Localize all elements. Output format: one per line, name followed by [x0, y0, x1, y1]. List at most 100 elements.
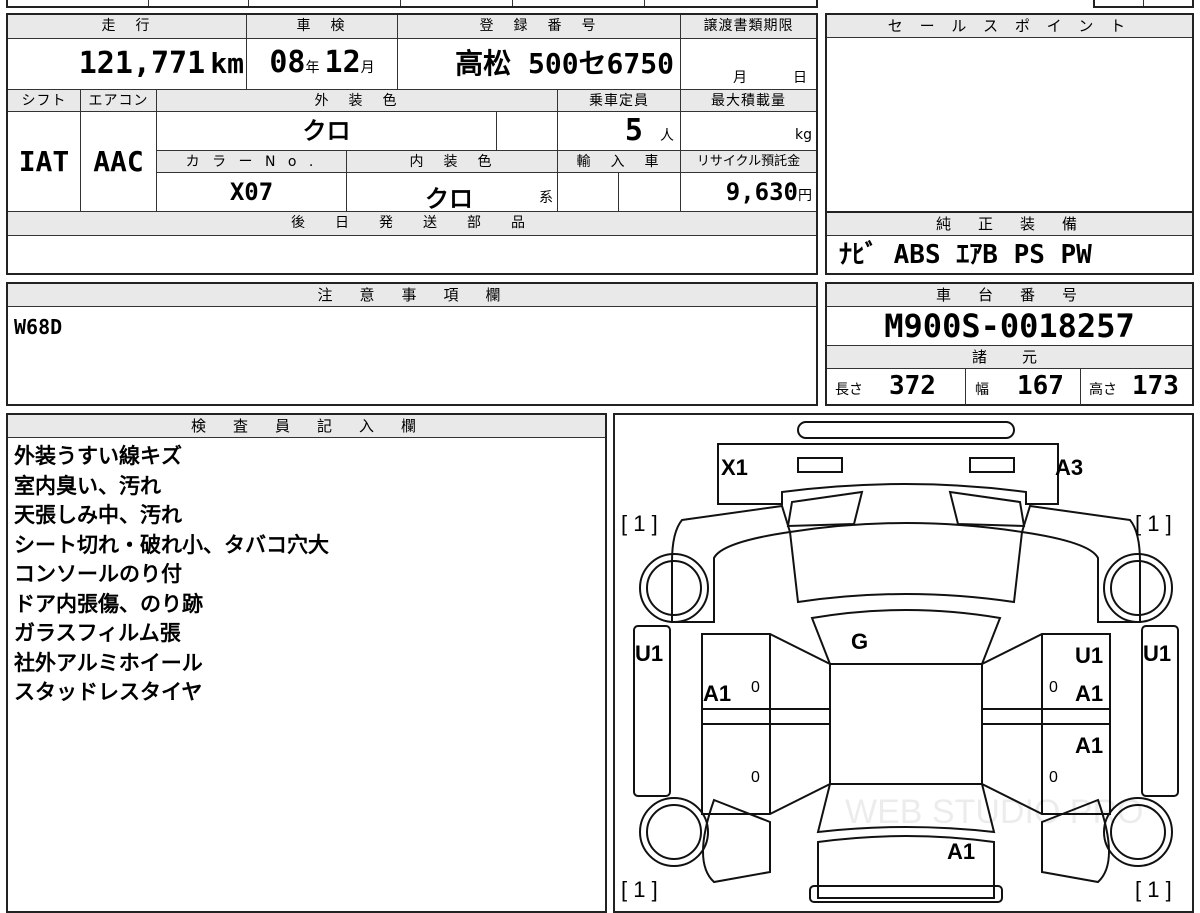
- note-line: スタッドレスタイヤ: [14, 680, 203, 704]
- damage-right-door-a1: A1: [1075, 681, 1104, 706]
- plate-field: 高松 500セ6750: [397, 39, 680, 89]
- max-load-label: 最大積載量: [680, 90, 816, 112]
- inspector-label: 検 査 員 記 入 欄: [8, 415, 605, 438]
- specs-label: 諸 元: [827, 346, 1192, 369]
- shaken-label: 車 検: [246, 15, 397, 39]
- note-line: 天張しみ中、汚れ: [14, 503, 182, 527]
- color-no-field: X07: [156, 173, 346, 211]
- chassis-label: 車 台 番 号: [827, 284, 1192, 307]
- length-label: 長さ: [835, 382, 863, 398]
- aircon-label: エアコン: [80, 90, 156, 112]
- color-no-label: カ ラ ー N o .: [156, 151, 346, 173]
- equipment-box: 純 正 装 備 ﾅﾋﾞ ABS ｴｱB PS PW: [825, 211, 1194, 275]
- watermark: WEB STUDIO PRO: [845, 793, 1144, 831]
- top-strip: [6, 0, 818, 8]
- mileage-value: 121,771: [78, 46, 206, 81]
- shaken-year-unit: 年: [305, 60, 320, 76]
- exterior-color-field: クロ: [156, 112, 496, 150]
- recycle-label: リサイクル預託金: [680, 151, 816, 173]
- tire-tread-front-right: [ 1 ]: [1135, 511, 1172, 536]
- note-line: 外装うすい線キズ: [14, 444, 182, 468]
- transfer-month: 月: [733, 70, 747, 86]
- shaken-month-unit: 月: [360, 60, 375, 76]
- note-line: シート切れ・破れ小、タバコ穴大: [14, 532, 329, 557]
- capacity-label: 乗車定員: [557, 90, 680, 112]
- damage-left-door: A1: [703, 681, 732, 706]
- damage-front-right: A3: [1055, 455, 1084, 480]
- damage-rear: A1: [947, 839, 976, 864]
- transfer-field: 月 日: [680, 39, 816, 89]
- mileage-unit: km: [210, 47, 244, 80]
- vehicle-info-grid: 走 行 車 検 登 録 番 号 譲渡書類期限 121,771 km 08年 12…: [6, 13, 818, 275]
- plate-label: 登 録 番 号: [397, 15, 680, 39]
- damage-right-pillar: U1: [1143, 641, 1172, 666]
- vehicle-diagram-box: X1 A3 G U1 A1 U1 U1 A1 A1 A1 [ 1 ] [ 1 ]…: [613, 413, 1194, 913]
- caution-label: 注 意 事 項 欄: [8, 284, 816, 307]
- capacity-field: 5 人: [557, 112, 680, 150]
- damage-front-left: X1: [721, 455, 748, 480]
- width-value: 167: [1017, 371, 1064, 401]
- door-marker: 0: [751, 679, 760, 696]
- chassis-value: M900S-0018257: [827, 307, 1192, 346]
- exterior-color-extra: [496, 112, 557, 150]
- tire-tread-rear-right: [ 1 ]: [1135, 877, 1172, 902]
- plate-value: 高松 500セ6750: [455, 47, 674, 80]
- max-load-field: kg: [680, 112, 816, 150]
- note-line: 社外アルミホイール: [14, 650, 203, 675]
- sales-point-box: セ ー ル ス ポ イ ン ト: [825, 13, 1194, 213]
- recycle-field: 9,630円: [680, 173, 816, 211]
- shaken-field: 08年 12月: [246, 39, 397, 89]
- shift-label: シフト: [8, 90, 80, 112]
- import-field-a: [557, 173, 618, 211]
- damage-left-pillar: U1: [635, 641, 664, 666]
- exterior-color-value: クロ: [302, 117, 351, 145]
- door-marker: 0: [751, 769, 760, 786]
- shaken-month: 12: [324, 45, 361, 80]
- aircon-value: AAC: [93, 145, 144, 178]
- damage-windshield: G: [851, 629, 869, 654]
- transfer-day: 日: [793, 70, 807, 86]
- car-outline-diagram: [633, 421, 1179, 903]
- equipment-label: 純 正 装 備: [827, 213, 1192, 236]
- caution-value: W68D: [14, 315, 63, 339]
- max-load-unit: kg: [795, 127, 812, 143]
- inspector-notes: 外装うすい線キズ 室内臭い、汚れ 天張しみ中、汚れ シート切れ・破れ小、タバコ穴…: [8, 438, 605, 712]
- note-line: コンソールのり付: [14, 562, 182, 586]
- height-value: 173: [1132, 371, 1179, 401]
- later-parts-label: 後 日 発 送 部 品: [8, 212, 816, 236]
- note-line: ガラスフィルム張: [14, 621, 181, 645]
- recycle-unit: 円: [798, 188, 812, 204]
- top-strip-right: [1093, 0, 1194, 8]
- shaken-year: 08: [269, 45, 306, 80]
- shift-field: IAT: [8, 112, 80, 211]
- note-line: 室内臭い、汚れ: [14, 473, 161, 498]
- tire-tread-rear-left: [ 1 ]: [621, 877, 658, 902]
- exterior-color-label: 外 装 色: [156, 90, 557, 112]
- door-marker: 0: [1049, 679, 1058, 696]
- recycle-value: 9,630: [725, 178, 798, 206]
- inspector-box: 検 査 員 記 入 欄 外装うすい線キズ 室内臭い、汚れ 天張しみ中、汚れ シー…: [6, 413, 607, 913]
- interior-color-label: 内 装 色: [346, 151, 557, 173]
- import-label: 輸 入 車: [557, 151, 680, 173]
- capacity-unit: 人: [660, 128, 674, 144]
- interior-color-suffix: 系: [539, 190, 553, 206]
- later-parts-field: [8, 236, 816, 273]
- shift-value: IAT: [18, 145, 70, 178]
- equipment-value: ﾅﾋﾞ ABS ｴｱB PS PW: [839, 240, 1092, 270]
- note-line: ドア内張傷、のり跡: [14, 591, 203, 616]
- interior-color-field: クロ 系: [346, 173, 557, 213]
- height-label: 高さ: [1089, 382, 1117, 398]
- width-label: 幅: [975, 382, 989, 398]
- mileage-field: 121,771 km: [8, 39, 246, 89]
- specs-row: 長さ 372 幅 167 高さ 173: [827, 369, 1192, 405]
- damage-right-door-upper: U1: [1075, 643, 1104, 668]
- mileage-label: 走 行: [8, 15, 246, 39]
- chassis-box: 車 台 番 号 M900S-0018257 諸 元 長さ 372 幅 167 高…: [825, 282, 1194, 406]
- transfer-label: 譲渡書類期限: [680, 15, 816, 39]
- color-no-value: X07: [229, 178, 274, 206]
- interior-color-value: クロ: [425, 185, 473, 213]
- caution-box: 注 意 事 項 欄 W68D: [6, 282, 818, 406]
- length-value: 372: [889, 371, 936, 401]
- sales-point-label: セ ー ル ス ポ イ ン ト: [827, 15, 1192, 38]
- damage-right-door-lower: A1: [1075, 733, 1104, 758]
